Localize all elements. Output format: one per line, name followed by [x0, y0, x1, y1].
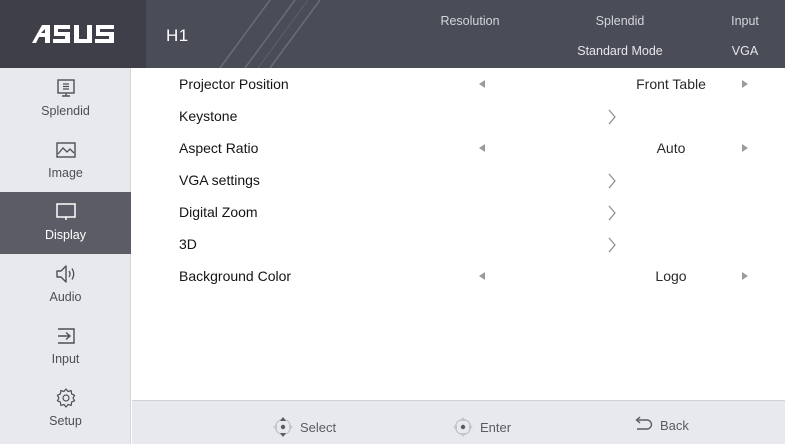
- brand-logo: [0, 0, 146, 68]
- menu-item-label: Projector Position: [179, 76, 289, 92]
- menu-item-label: VGA settings: [179, 172, 260, 188]
- menu-item-label: Aspect Ratio: [179, 140, 259, 156]
- arrow-right-icon[interactable]: [741, 271, 749, 281]
- menu-item-3d[interactable]: 3D: [131, 228, 785, 260]
- sidebar-item-input[interactable]: Input: [0, 316, 131, 378]
- arrow-right-icon[interactable]: [741, 143, 749, 153]
- menu-item-label: Keystone: [179, 108, 238, 124]
- sidebar-item-label: Input: [51, 352, 80, 366]
- footer-hint-bar: Select Enter Back: [132, 400, 785, 444]
- sidebar-item-label: Setup: [49, 414, 82, 428]
- menu-item-vga-settings[interactable]: VGA settings: [131, 164, 785, 196]
- menu-item-label: Background Color: [179, 268, 292, 284]
- menu-item-digital-zoom[interactable]: Digital Zoom: [131, 196, 785, 228]
- chevron-right-icon: [608, 205, 616, 221]
- decorative-slashes: [219, 0, 321, 68]
- splendid-icon: [55, 76, 77, 100]
- chevron-right-icon: [608, 109, 616, 125]
- arrow-left-icon[interactable]: [478, 79, 486, 89]
- sidebar-item-label: Image: [48, 166, 83, 180]
- menu-item-projector-position[interactable]: Projector Position Front Table: [131, 68, 785, 100]
- menu-item-label: Digital Zoom: [179, 204, 258, 220]
- enter-hint-label: Enter: [480, 419, 512, 435]
- dpad-enter-icon: [453, 417, 473, 437]
- enter-hint[interactable]: Enter: [452, 416, 511, 438]
- back-arrow-icon: [635, 416, 653, 430]
- select-hint-label: Select: [300, 419, 337, 435]
- model-name: H1: [166, 26, 189, 45]
- sidebar-item-label: Audio: [49, 290, 82, 304]
- sidebar: Splendid Image Display Audio Input Setup: [0, 68, 131, 444]
- sidebar-item-label: Splendid: [41, 104, 90, 118]
- menu-item-label: 3D: [179, 236, 197, 252]
- arrow-left-icon[interactable]: [478, 271, 486, 281]
- sidebar-item-setup[interactable]: Setup: [0, 378, 131, 440]
- sidebar-item-splendid[interactable]: Splendid: [0, 68, 131, 130]
- chevron-right-icon: [608, 237, 616, 253]
- menu-item-value: Auto: [656, 140, 686, 156]
- menu-item-value: Front Table: [636, 76, 706, 92]
- dpad-updown-icon: [273, 417, 293, 437]
- display-icon: [55, 200, 77, 224]
- status-input-label: Input: [731, 14, 759, 28]
- status-splendid-label: Splendid: [595, 14, 645, 28]
- header-bar: H1 Resolution Splendid Standard Mode Inp…: [0, 0, 785, 68]
- menu-item-aspect-ratio[interactable]: Aspect Ratio Auto: [131, 132, 785, 164]
- sidebar-item-label: Display: [45, 228, 86, 242]
- image-icon: [55, 138, 77, 162]
- menu-item-keystone[interactable]: Keystone: [131, 100, 785, 132]
- status-splendid-value: Standard Mode: [577, 44, 663, 58]
- chevron-right-icon: [608, 173, 616, 189]
- menu-item-background-color[interactable]: Background Color Logo: [131, 260, 785, 292]
- select-hint[interactable]: Select: [272, 416, 336, 438]
- back-hint-label: Back: [660, 417, 689, 433]
- status-input-value: VGA: [731, 44, 759, 58]
- sidebar-item-audio[interactable]: Audio: [0, 254, 131, 316]
- status-resolution-label: Resolution: [440, 14, 500, 28]
- arrow-right-icon[interactable]: [741, 79, 749, 89]
- speaker-icon: [54, 262, 78, 286]
- asus-logo-icon: [32, 25, 114, 43]
- menu-item-value: Logo: [655, 268, 687, 284]
- sidebar-item-image[interactable]: Image: [0, 130, 131, 192]
- input-icon: [55, 324, 77, 348]
- sidebar-item-display[interactable]: Display: [0, 192, 131, 254]
- arrow-left-icon[interactable]: [478, 143, 486, 153]
- back-hint[interactable]: Back: [632, 416, 689, 434]
- gear-icon: [55, 386, 77, 410]
